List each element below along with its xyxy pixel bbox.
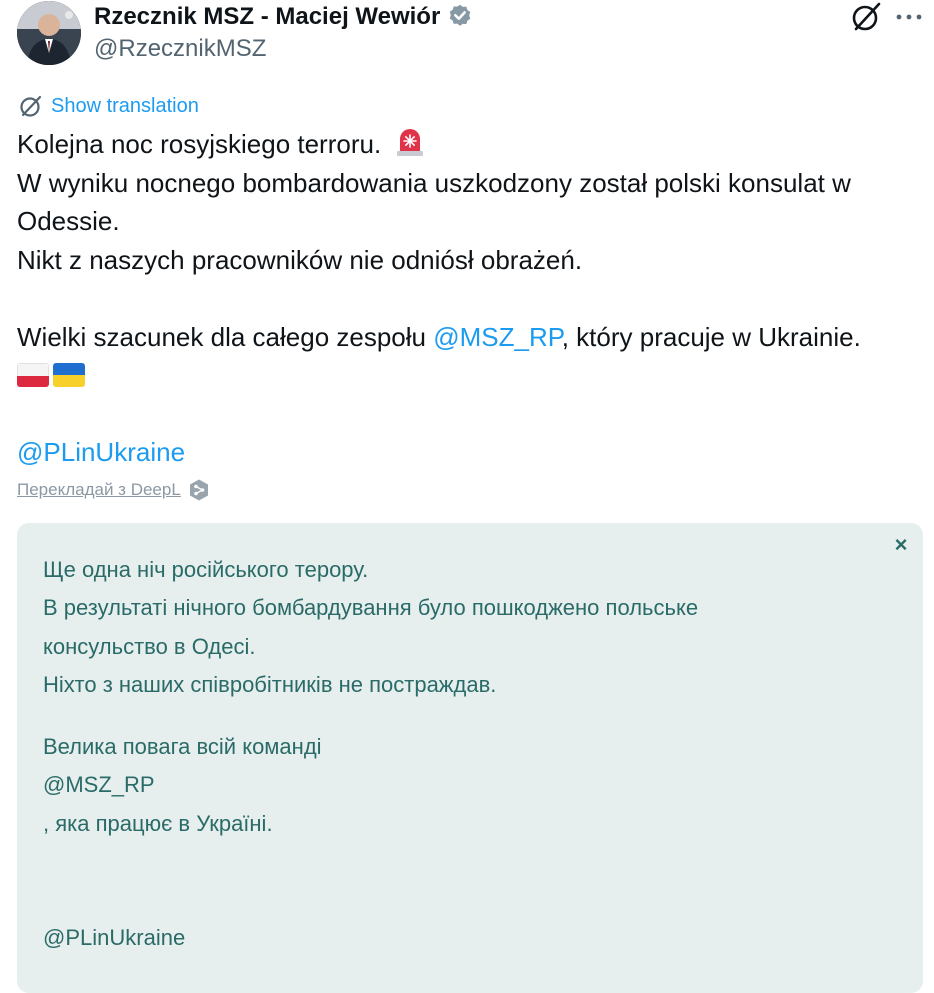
translation-panel: × Ще одна ніч російського терору. В резу… (17, 523, 923, 993)
tweet-line-5-prefix: Wielki szacunek dla całego zespołu (17, 321, 434, 352)
person-avatar-icon (17, 1, 81, 65)
mention-plinukraine[interactable]: @PLinUkraine (17, 437, 185, 467)
translation-text: Ще одна ніч російського терору. В резуль… (43, 551, 698, 957)
tweet-line-4: Nikt z naszych pracowników nie odniósł o… (17, 244, 583, 275)
translation-line-8: @PLinUkraine (43, 925, 186, 951)
deepl-icon (189, 479, 208, 501)
translation-line-7: , яка працює в Україні. (43, 810, 273, 836)
tweet-line-2: W wyniku nocnego bombardowania uszkodzon… (17, 167, 851, 198)
close-icon[interactable]: × (891, 534, 911, 556)
tweet-text: Kolejna noc rosyjskiego terroru. W wynik… (17, 125, 917, 472)
deepl-translate-link[interactable]: Перекладай з DeepL (17, 478, 211, 502)
tweet-line-1: Kolejna noc rosyjskiego terroru. (17, 125, 917, 164)
poland-flag-icon (17, 363, 49, 388)
tweet-header: Rzecznik MSZ - Maciej Wewiór @RzecznikMS… (0, 0, 934, 80)
translation-line-5: Велика повага всій команді (43, 734, 322, 760)
tweet-line-3: Odessie. (17, 206, 120, 236)
siren-emoji-icon (397, 129, 424, 156)
translation-line-4: Ніхто з наших співробітників не постражд… (43, 671, 497, 697)
ukraine-flag-icon (53, 363, 85, 388)
author-name[interactable]: Rzecznik MSZ - Maciej Wewiór (94, 2, 474, 32)
tweet-line-6: @PLinUkraine (17, 433, 917, 472)
show-translation-link[interactable]: Show translation (18, 92, 199, 120)
translation-line-1: Ще одна ніч російського терору. (43, 557, 369, 582)
tweet-line-1-text: Kolejna noc rosyjskiego terroru. (17, 129, 382, 159)
tweet-line-5-suffix: , który pracuje w Ukrainie. (561, 321, 861, 352)
show-translation-label: Show translation (51, 94, 199, 117)
avatar[interactable] (17, 1, 81, 65)
translation-line-3: консульство в Одесі. (43, 633, 256, 659)
grok-icon[interactable] (849, 0, 883, 34)
more-icon[interactable] (895, 3, 923, 31)
tweet-line-5: Wielki szacunek dla całego zespołu @MSZ_… (17, 318, 917, 357)
author-handle[interactable]: @RzecznikMSZ (94, 35, 266, 63)
author-name-text: Rzecznik MSZ - Maciej Wewiór (94, 3, 441, 30)
translation-line-6: @MSZ_RP (43, 772, 155, 798)
flags-row (17, 356, 917, 395)
translation-line-2: В результаті нічного бомбардування було … (43, 595, 699, 621)
verified-badge-icon (450, 4, 471, 26)
deepl-label: Перекладай з DeepL (17, 480, 181, 499)
translate-icon (20, 95, 42, 117)
mention-msz-rp[interactable]: @MSZ_RP (433, 322, 562, 352)
